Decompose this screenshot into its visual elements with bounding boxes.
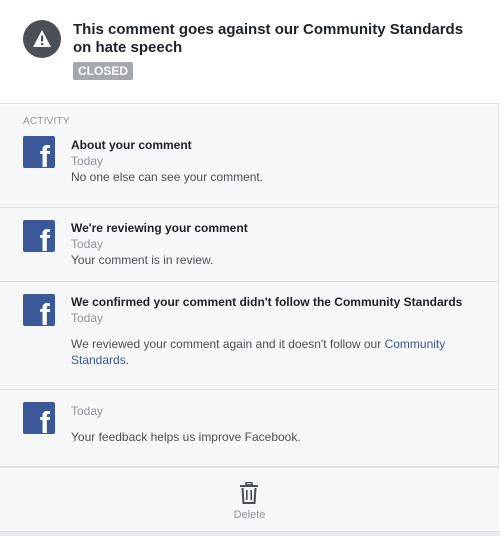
activity-item-body: Your comment is in review. — [71, 253, 214, 267]
facebook-icon: f — [23, 294, 55, 326]
activity-item-time: Today — [71, 237, 104, 251]
report-header: This comment goes against our Community … — [0, 0, 500, 104]
activity-item-title: About your comment — [71, 138, 192, 152]
activity-item-confirmed: f We confirmed your comment didn't follo… — [0, 282, 499, 390]
report-title: This comment goes against our Community … — [73, 21, 464, 56]
activity-item-body: No one else can see your comment. — [71, 170, 264, 184]
activity-item-body: Your feedback helps us improve Facebook. — [71, 430, 301, 444]
facebook-icon: f — [23, 136, 55, 168]
activity-item-feedback: f Today Your feedback helps us improve F… — [0, 390, 499, 467]
activity-item-title: We're reviewing your comment — [71, 221, 248, 235]
activity-item-time: Today — [71, 404, 104, 418]
bottom-divider — [0, 531, 500, 536]
delete-label: Delete — [233, 509, 266, 521]
activity-item-title: We confirmed your comment didn't follow … — [71, 295, 463, 309]
facebook-icon: f — [23, 402, 55, 434]
facebook-icon: f — [23, 220, 55, 252]
status-badge: CLOSED — [73, 62, 134, 80]
activity-item-body-text: We reviewed your comment again and it do… — [71, 337, 385, 351]
activity-item-time: Today — [71, 311, 104, 325]
delete-button[interactable]: Delete — [0, 467, 499, 531]
activity-item-about: f About your comment Today No one else c… — [0, 133, 499, 208]
activity-item-reviewing: f We're reviewing your comment Today You… — [0, 208, 499, 282]
activity-item-time: Today — [71, 154, 104, 168]
activity-label: ACTIVITY — [23, 116, 70, 127]
warning-icon — [23, 20, 61, 58]
activity-item-body: We reviewed your comment again and it do… — [71, 336, 466, 368]
trash-icon — [239, 481, 259, 509]
activity-item-body-suffix: . — [125, 353, 130, 367]
